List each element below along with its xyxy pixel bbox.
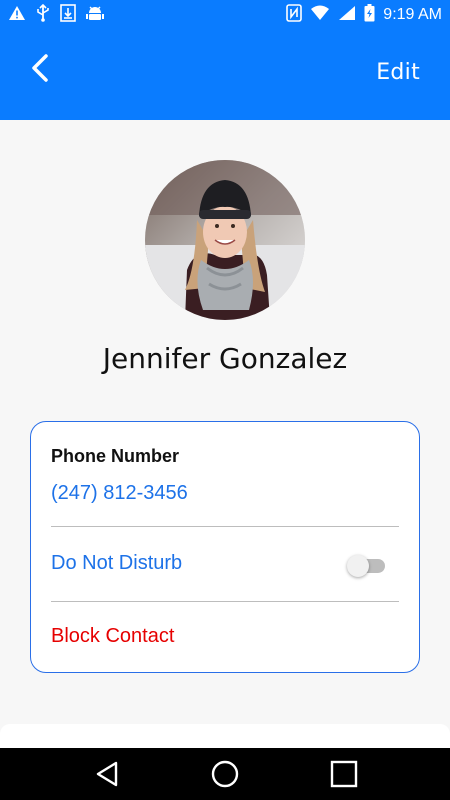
contact-details-card: Phone Number (247) 812-3456 Do Not Distu… [30, 421, 420, 673]
divider [51, 601, 399, 602]
recents-square-icon [328, 760, 360, 794]
back-triangle-icon [92, 761, 124, 794]
toggle-thumb [347, 555, 369, 577]
phone-number-label: Phone Number [51, 446, 180, 466]
phone-number-link[interactable]: (247) 812-3456 [51, 482, 188, 505]
status-left-icons [8, 3, 104, 27]
profile-photo [145, 160, 305, 320]
chevron-left-icon [30, 53, 50, 88]
signal-icon [338, 5, 356, 26]
status-bar: 9:19 AM [0, 0, 450, 30]
nav-home-button[interactable] [209, 758, 241, 790]
status-time: 9:19 AM [383, 6, 442, 23]
navigation-bar [0, 748, 450, 800]
edit-button[interactable]: Edit [376, 60, 420, 85]
battery-icon [364, 3, 375, 27]
do-not-disturb-label: Do Not Disturb [51, 552, 183, 574]
block-contact-button[interactable]: Block Contact [51, 625, 174, 648]
warning-icon [8, 5, 26, 26]
nav-recents-button[interactable] [328, 758, 360, 790]
do-not-disturb-toggle[interactable] [347, 555, 387, 577]
android-debug-icon [86, 5, 104, 26]
usb-icon [36, 3, 50, 27]
back-button[interactable] [18, 48, 62, 92]
nav-back-button[interactable] [92, 758, 124, 790]
divider [51, 526, 399, 527]
avatar [145, 160, 305, 320]
app-bar: Edit [0, 30, 450, 120]
download-icon [60, 3, 76, 27]
home-circle-icon [209, 760, 241, 794]
wifi-icon [310, 5, 330, 26]
contact-name: Jennifer Gonzalez [102, 342, 348, 375]
nfc-icon [286, 3, 303, 27]
status-right-icons: 9:19 AM [286, 3, 442, 27]
